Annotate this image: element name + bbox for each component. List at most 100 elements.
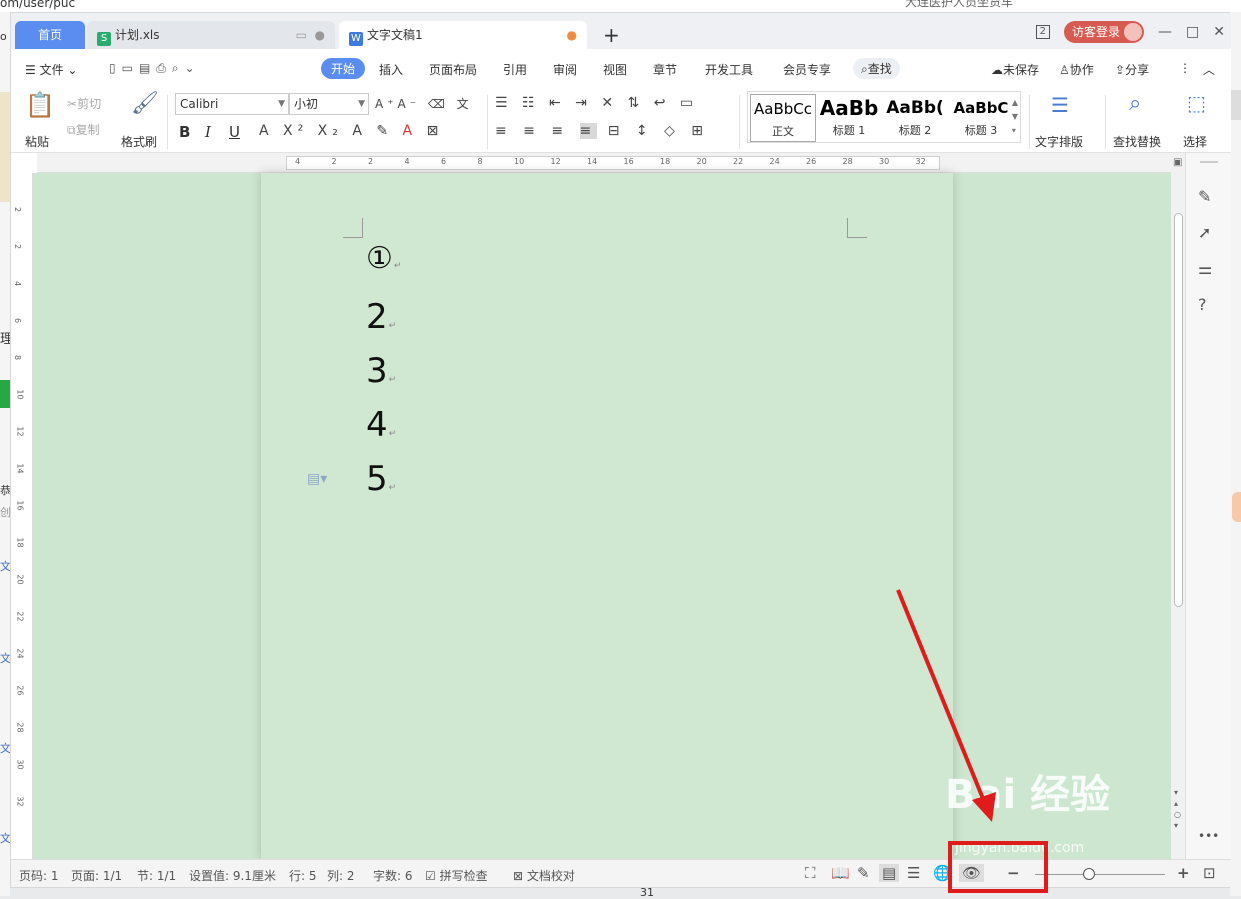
row-number[interactable]: 行: 5 xyxy=(289,867,317,884)
font-effects-buttons[interactable]: A X² X₂ A ✎ A ⊠ xyxy=(259,123,443,139)
page-count[interactable]: 页面: 1/1 xyxy=(71,867,122,884)
fit-page-icon[interactable]: ⊡ xyxy=(1203,864,1216,882)
style-gallery-scroll-icon[interactable]: ▲ ▼ ▾ xyxy=(1012,96,1018,138)
chevron-down-icon: ▼ xyxy=(358,99,365,109)
style-heading-1[interactable]: AaBb 标题 1 xyxy=(816,94,882,142)
more-menu-icon[interactable]: ⋮ xyxy=(1179,61,1191,75)
style-normal-sample: AaBbCc xyxy=(754,100,812,118)
page-nav-icons[interactable]: ▾ ▴ ○ ▾ xyxy=(1174,787,1181,831)
paragraph-handle-icon[interactable]: ▤▾ xyxy=(307,471,327,487)
visitor-login-button[interactable]: 访客登录 xyxy=(1064,21,1145,43)
list-indent-buttons[interactable]: ☰ ☷ ⇤ ⇥ ✕ ⇅ ↩ ▭ xyxy=(495,95,698,111)
italic-button[interactable]: I xyxy=(205,123,211,141)
tab-review[interactable]: 审阅 xyxy=(553,61,577,78)
help-icon[interactable]: ? xyxy=(1198,295,1207,314)
page-code[interactable]: 页码: 1 xyxy=(19,867,59,884)
paragraph-mark: ↵ xyxy=(388,375,397,385)
edit-mode-icon[interactable]: ✎ xyxy=(857,864,870,882)
select-cursor-icon[interactable]: ⬚ xyxy=(1187,91,1206,115)
unsaved-button[interactable]: ☁未保存 xyxy=(991,61,1039,78)
background-window-left: o 理 恭 创 文 文 文 文 xyxy=(0,12,10,896)
style-heading-2[interactable]: AaBb(标题 2 xyxy=(882,94,948,142)
tab-home[interactable]: 首页 xyxy=(15,21,85,49)
reading-mode-icon[interactable]: 📖 xyxy=(831,864,850,882)
vertical-ruler[interactable]: 2 2 4 6 8 10 12 14 16 18 20 22 24 26 28 30 32 xyxy=(11,173,33,859)
style-normal[interactable]: AaBbCc 正文 xyxy=(750,94,816,142)
document-line[interactable]: 4↵ xyxy=(366,405,396,445)
status-bar: 页码: 1 页面: 1/1 节: 1/1 设置值: 9.1厘米 行: 5 列: … xyxy=(11,859,1231,887)
page-view-icon[interactable]: ▤ xyxy=(879,864,900,882)
format-painter-button[interactable]: 格式刷 xyxy=(121,133,157,150)
minimize-button[interactable]: — xyxy=(1158,24,1172,40)
paste-button[interactable]: 粘贴 xyxy=(25,133,49,150)
vertical-scrollbar[interactable]: ▣ ▾ ▴ ○ ▾ xyxy=(1171,153,1185,859)
tab-xls-file[interactable]: S 计划.xls ▭ ● xyxy=(87,21,335,49)
tab-insert[interactable]: 插入 xyxy=(379,61,403,78)
watermark-brand: Bai 经验 xyxy=(945,772,1111,818)
tab-developer[interactable]: 开发工具 xyxy=(705,61,753,78)
cursor-icon[interactable]: ➚ xyxy=(1198,223,1211,242)
tab-doc-file[interactable]: W 文字文稿1 ● xyxy=(339,21,587,49)
text-layout-icon[interactable]: ☰ xyxy=(1051,93,1069,117)
close-button[interactable]: ✕ xyxy=(1213,24,1225,40)
window-count-badge[interactable]: 2 xyxy=(1035,25,1051,39)
section-count[interactable]: 节: 1/1 xyxy=(137,867,176,884)
document-page[interactable]: ①↵ 2↵ 3↵ 4↵ 5↵ ▤▾ xyxy=(261,173,953,859)
tab-start[interactable]: 开始 xyxy=(321,58,366,79)
browser-bookmark[interactable]: 大连医护人员坐货车 xyxy=(905,0,1013,8)
file-menu[interactable]: ☰ 文件 ⌄ xyxy=(25,61,77,78)
setting-value[interactable]: 设置值: 9.1厘米 xyxy=(189,867,276,884)
cut-button[interactable]: ✂剪切 xyxy=(67,95,101,112)
scroll-top-icon[interactable]: ▣ xyxy=(1173,157,1182,168)
search-icon[interactable]: ⌕ xyxy=(1129,91,1141,116)
document-line[interactable]: 3↵ xyxy=(366,351,396,391)
tab-chapter[interactable]: 章节 xyxy=(653,61,677,78)
collapse-ribbon-icon[interactable]: ︿ xyxy=(1203,61,1215,78)
ruler-tick-label: 2 xyxy=(13,206,23,213)
scrollbar-thumb[interactable] xyxy=(1174,213,1183,607)
font-size-select[interactable]: 小初 ▼ xyxy=(289,93,369,115)
style-heading-3[interactable]: AaBbC 标题 3 xyxy=(948,94,1014,142)
bg-image-fragment xyxy=(0,92,10,202)
zoom-in-button[interactable]: + xyxy=(1177,864,1190,882)
find-replace-button[interactable]: 查找替换 xyxy=(1113,133,1161,150)
background-window-right xyxy=(1230,12,1241,896)
bold-button[interactable]: B xyxy=(179,123,190,141)
paste-icon[interactable]: 📋 xyxy=(25,91,55,119)
zoom-slider-handle[interactable] xyxy=(1083,868,1095,880)
spell-check-button[interactable]: ☑ 拼写检查 xyxy=(425,867,488,884)
horizontal-ruler[interactable]: 4 2 2 4 6 8 10 12 14 16 18 20 22 24 26 28 30 32 xyxy=(37,153,1191,173)
word-count[interactable]: 字数: 6 xyxy=(373,867,413,884)
select-button[interactable]: 选择 xyxy=(1183,133,1207,150)
font-size-buttons[interactable]: A⁺A⁻ ⌫ 文 xyxy=(375,95,473,112)
tab-page-layout[interactable]: 页面布局 xyxy=(429,61,477,78)
underline-button[interactable]: U xyxy=(229,123,240,141)
ribbon-toolbar: 📋 粘贴 ✂剪切 ⧉复制 🖌 格式刷 Calibri ▼ 小初 ▼ A⁺A⁻ ⌫ 文… xyxy=(11,89,1231,153)
tab-references[interactable]: 引用 xyxy=(503,61,527,78)
collaborate-button[interactable]: ♙协作 xyxy=(1059,61,1094,78)
column-number[interactable]: 列: 2 xyxy=(327,867,355,884)
sliders-icon[interactable]: ⚌ xyxy=(1198,259,1212,278)
tab-member[interactable]: 会员专享 xyxy=(783,61,831,78)
format-painter-icon[interactable]: 🖌 xyxy=(131,91,159,116)
document-line[interactable]: 5↵ xyxy=(366,459,396,499)
alignment-buttons[interactable]: ≡ ≡ ≡ ≡ ⊟ ↕ ◇ ⊞ xyxy=(495,123,709,139)
pen-icon[interactable]: ✎ xyxy=(1198,187,1211,206)
share-button[interactable]: ⇪分享 xyxy=(1115,61,1149,78)
document-line[interactable]: ①↵ xyxy=(366,241,401,276)
fullscreen-icon[interactable]: ⛶ xyxy=(805,864,816,882)
maximize-button[interactable]: □ xyxy=(1186,24,1199,40)
font-name-select[interactable]: Calibri ▼ xyxy=(175,93,289,115)
more-options-icon[interactable]: ••• xyxy=(1198,829,1219,843)
outline-view-icon[interactable]: ☰ xyxy=(907,864,920,882)
ribbon-divider xyxy=(487,95,488,149)
find-button[interactable]: ⌕查找 xyxy=(853,58,900,79)
zoom-slider-track[interactable] xyxy=(1035,874,1165,875)
doc-proof-button[interactable]: ⊠ 文档校对 xyxy=(513,867,575,884)
document-line[interactable]: 2↵ xyxy=(366,297,396,337)
quick-access-icons[interactable]: ▯▭▤⎙⌕⌄ xyxy=(109,61,201,76)
text-layout-button[interactable]: 文字排版 xyxy=(1035,133,1083,150)
copy-button[interactable]: ⧉复制 xyxy=(67,121,100,138)
tab-view[interactable]: 视图 xyxy=(603,61,627,78)
new-tab-button[interactable]: + xyxy=(603,21,620,49)
